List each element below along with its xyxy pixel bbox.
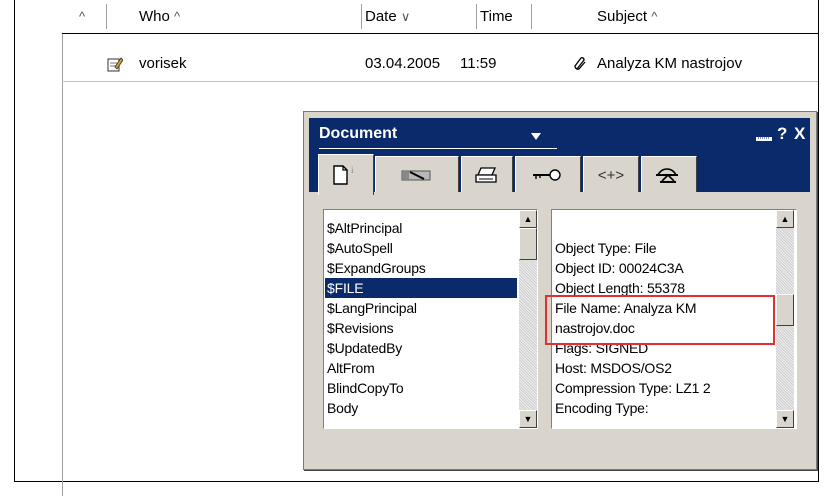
tab-fields[interactable] (375, 156, 459, 193)
list-item[interactable]: $ExpandGroups (327, 258, 426, 278)
help-button[interactable]: ? (777, 124, 787, 144)
list-item[interactable]: $Revisions (327, 318, 394, 338)
dialog-titlebar[interactable]: Document ? X i <+> (309, 118, 810, 195)
column-header-date[interactable]: Date ∨ (365, 0, 410, 33)
value-line: Encoding Type: (555, 400, 649, 416)
file-name-highlight (545, 295, 775, 345)
hats-icon (656, 168, 678, 183)
properties-type-dropdown[interactable]: Document (319, 125, 397, 143)
tab-security[interactable] (515, 156, 581, 193)
row-date: 03.04.2005 (365, 55, 441, 72)
value-line: Object Type: File (555, 240, 657, 256)
printer-icon (475, 167, 497, 183)
column-separator[interactable] (476, 4, 477, 29)
scroll-up-arrow-icon[interactable]: ▲ (519, 210, 537, 228)
sort-up-icon: ^ (651, 9, 658, 24)
row-time: 11:59 (460, 55, 497, 72)
row-subject: Analyza KM nastrojov (597, 55, 743, 72)
view-column-header: ^ Who ^ Date ∨ Time Subject ^ (62, 0, 818, 34)
column-separator[interactable] (531, 4, 532, 29)
column-header-who[interactable]: Who ^ (139, 0, 180, 33)
frame-left-border (14, 0, 15, 482)
list-item[interactable]: Body (327, 398, 358, 418)
value-pane-scrollbar[interactable]: ▲ ▼ (776, 210, 794, 428)
dropdown-underline (319, 148, 557, 149)
sort-up-icon: ^ (174, 9, 181, 24)
value-line: Compression Type: LZ1 2 (555, 380, 711, 396)
scroll-down-arrow-icon[interactable]: ▼ (776, 410, 794, 428)
paperclip-icon (573, 50, 587, 78)
close-button[interactable]: X (794, 124, 805, 144)
fields-icon (401, 170, 431, 181)
field-name-list[interactable]: $AltPrincipal $AutoSpell $ExpandGroups $… (323, 209, 538, 429)
scroll-thumb[interactable] (519, 228, 537, 260)
sort-down-icon: ∨ (400, 9, 411, 24)
tab-printing[interactable] (461, 156, 513, 193)
sort-column-button[interactable]: ^ (79, 0, 85, 33)
list-item[interactable]: BlindCopyTo (327, 378, 404, 398)
value-line: Host: MSDOS/OS2 (555, 360, 672, 376)
tab-document-info[interactable]: i (318, 154, 374, 195)
column-header-who-label: Who (139, 8, 170, 25)
document-info-icon: i (333, 165, 354, 185)
column-header-subject[interactable]: Subject ^ (597, 0, 657, 33)
tab-html[interactable]: <+> (583, 156, 639, 193)
frame-right-border (818, 0, 819, 482)
column-header-date-label: Date (365, 8, 397, 25)
sort-up-icon: ^ (79, 9, 86, 24)
row-who: vorisek (139, 55, 187, 72)
frame-bottom-border (14, 481, 819, 482)
scroll-down-arrow-icon[interactable]: ▼ (519, 410, 537, 428)
document-properties-dialog: Document ? X i <+> $AltPrincipal $AutoSp… (303, 111, 817, 470)
scroll-up-arrow-icon[interactable]: ▲ (776, 210, 794, 228)
column-header-subject-label: Subject (597, 8, 648, 25)
dropdown-arrow-icon[interactable] (531, 133, 541, 140)
list-item[interactable]: $UpdatedBy (327, 338, 402, 358)
list-item[interactable]: $LangPrincipal (327, 298, 417, 318)
column-header-time[interactable]: Time (480, 0, 513, 33)
scroll-thumb[interactable] (776, 294, 794, 326)
list-item[interactable]: $AutoSpell (327, 238, 393, 258)
column-header-time-label: Time (480, 8, 513, 25)
edit-note-icon (107, 50, 124, 78)
key-icon (533, 169, 561, 181)
minimize-icon[interactable] (756, 128, 772, 148)
column-separator[interactable] (361, 4, 362, 29)
svg-text:i: i (351, 165, 354, 175)
value-line: Object ID: 00024C3A (555, 260, 684, 276)
document-row[interactable]: vorisek 03.04.2005 11:59 Analyza KM nast… (62, 50, 818, 78)
column-separator[interactable] (106, 4, 107, 29)
list-item[interactable]: $AltPrincipal (327, 218, 402, 238)
list-item-selected[interactable]: $FILE (325, 278, 517, 298)
field-list-scrollbar[interactable]: ▲ ▼ (519, 210, 537, 428)
tab-hierarchy[interactable] (641, 156, 697, 193)
row-divider (62, 81, 818, 82)
list-item[interactable]: AltFrom (327, 358, 375, 378)
html-tags-icon: <+> (597, 166, 625, 184)
